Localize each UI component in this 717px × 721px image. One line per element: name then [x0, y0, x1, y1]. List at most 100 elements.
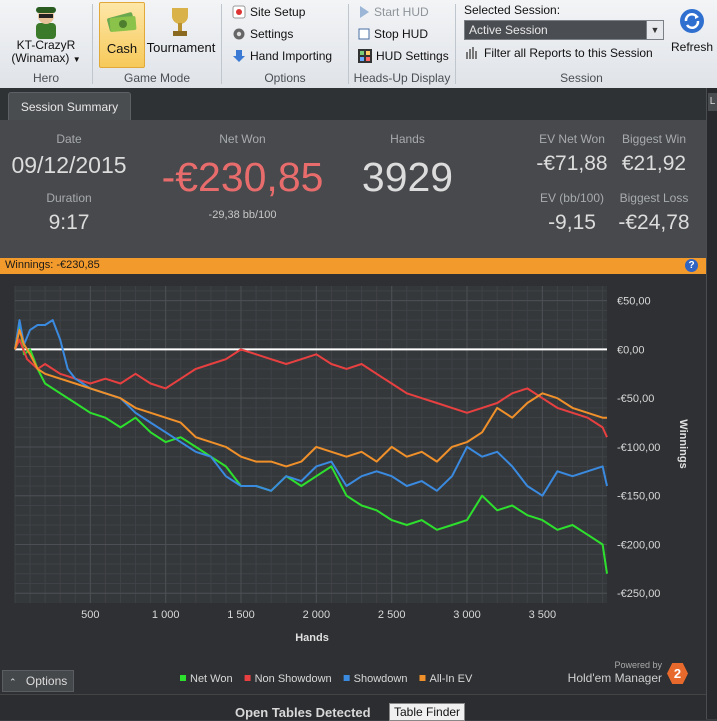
legend-swatch: [419, 675, 426, 681]
hero-group: KT-CrazyR (Winamax) ▼ Hero: [0, 0, 92, 88]
refresh-label: Refresh: [670, 40, 714, 54]
net-won-bb: -29,38 bb/100: [208, 209, 277, 221]
session-summary-panel: Date 09/12/2015 Duration 9:17 Net Won -€…: [0, 120, 706, 258]
play-icon: [360, 6, 369, 18]
legend-label[interactable]: All-In EV: [429, 673, 472, 685]
filter-bars-icon: [466, 47, 477, 59]
hud-group-label: Heads-Up Display: [353, 71, 451, 85]
trophy-icon: [172, 8, 188, 36]
hud-settings-label: HUD Settings: [376, 49, 449, 63]
options-label: Options: [25, 674, 68, 688]
date-value: 09/12/2015: [11, 152, 127, 178]
session-select[interactable]: Active Session ▼: [464, 20, 664, 40]
winnings-banner-text: Winnings: -€230,85: [5, 259, 100, 271]
session-select-value: Active Session: [469, 23, 548, 37]
start-hud-button[interactable]: Start HUD: [358, 5, 429, 19]
x-tick-label: 3 500: [529, 609, 557, 621]
hand-importing-button[interactable]: Hand Importing: [232, 49, 332, 63]
refresh-button[interactable]: Refresh: [668, 2, 716, 62]
duration-label: Duration: [46, 191, 92, 205]
y-tick-label: -€100,00: [617, 442, 660, 454]
winnings-chart-area: €50,00 €0,00 -€50,00 -€100,00 -€150,00 -€200,…: [0, 274, 706, 694]
right-tab[interactable]: L: [708, 93, 717, 111]
options-toggle[interactable]: ⌃ Options: [2, 670, 74, 692]
brand-name: Hold'em Manager: [567, 671, 662, 685]
site-setup-icon: [232, 5, 246, 19]
tournament-button[interactable]: Tournament: [145, 2, 217, 66]
hero-site[interactable]: (Winamax) ▼: [0, 51, 92, 65]
y-axis-label: Winnings: [677, 419, 689, 468]
ev-bb-label: EV (bb/100): [539, 191, 605, 205]
y-tick-label: -€150,00: [617, 491, 660, 503]
cash-label: Cash: [106, 41, 138, 56]
legend-label[interactable]: Non Showdown: [255, 673, 332, 685]
x-axis-label: Hands: [295, 632, 329, 644]
help-icon[interactable]: ?: [685, 259, 698, 272]
x-tick-label: 1 000: [152, 609, 180, 621]
date-label: Date: [56, 132, 82, 146]
x-tick-label: 2 000: [303, 609, 331, 621]
open-tables-bar: Open Tables Detected Table Finder: [0, 694, 706, 721]
hero-group-label: Hero: [32, 71, 59, 85]
duration-value: 9:17: [48, 211, 90, 234]
y-tick-label: -€50,00: [617, 393, 654, 405]
import-arrow-icon: [233, 50, 245, 62]
powered-by-label: Powered by: [614, 660, 662, 670]
site-setup-button[interactable]: Site Setup: [232, 5, 305, 19]
hero-site-text: (Winamax): [11, 51, 70, 65]
cash-button[interactable]: Cash: [99, 2, 145, 68]
table-finder-button[interactable]: Table Finder: [389, 703, 466, 721]
y-tick-label: €50,00: [617, 296, 651, 308]
hud-group: Start HUD Stop HUD HUD Settings Heads-Up…: [349, 0, 455, 88]
biggest-loss-value: -€24,78: [618, 211, 690, 234]
start-hud-label: Start HUD: [374, 5, 429, 19]
settings-label: Settings: [250, 27, 294, 41]
y-tick-label: -€200,00: [617, 539, 660, 551]
net-won-value: -€230,85: [161, 154, 324, 200]
x-tick-label: 2 500: [378, 609, 406, 621]
legend-label[interactable]: Showdown: [354, 673, 408, 685]
biggest-win-label: Biggest Win: [621, 132, 687, 146]
site-setup-label: Site Setup: [250, 5, 306, 19]
plot-background: [15, 286, 607, 603]
biggest-win-value: €21,92: [621, 152, 687, 175]
net-won-label: Net Won: [219, 132, 266, 146]
selected-session-label: Selected Session:: [464, 3, 561, 17]
options-group: Site Setup Settings Hand Importing Optio…: [222, 0, 348, 88]
stop-icon: [358, 28, 370, 40]
hud-settings-button[interactable]: HUD Settings: [358, 49, 449, 63]
options-group-label: Options: [264, 71, 306, 85]
refresh-icon: [680, 9, 704, 33]
settings-button[interactable]: Settings: [232, 27, 293, 41]
x-tick-label: 3 000: [453, 609, 481, 621]
legend-label[interactable]: Net Won: [190, 673, 233, 685]
game-mode-group: Cash Tournament Game Mode: [93, 0, 221, 88]
open-tables-label: Open Tables Detected: [235, 705, 371, 720]
cash-icon: [107, 12, 137, 32]
chevron-up-icon: ⌃: [9, 677, 17, 687]
filter-reports-label: Filter all Reports to this Session: [484, 46, 653, 60]
ev-net-won-label: EV Net Won: [539, 132, 605, 146]
ev-bb-value: -9,15: [548, 211, 596, 234]
tournament-label: Tournament: [146, 40, 216, 55]
right-side-panel: L: [706, 88, 717, 719]
winnings-chart: €50,00 €0,00 -€50,00 -€100,00 -€150,00 -€200,…: [14, 286, 689, 685]
chevron-down-icon[interactable]: ▼: [646, 21, 663, 39]
tab-session-summary[interactable]: Session Summary: [8, 92, 131, 121]
hm2-logo-icon: 2: [667, 663, 688, 684]
stop-hud-label: Stop HUD: [374, 27, 429, 41]
ev-net-won-value: -€71,88: [536, 152, 608, 175]
tab-strip: Session Summary: [0, 88, 717, 121]
stop-hud-button[interactable]: Stop HUD: [358, 27, 428, 41]
filter-reports-button[interactable]: Filter all Reports to this Session: [466, 46, 653, 60]
ribbon: KT-CrazyR (Winamax) ▼ Hero Cash Tourname…: [0, 0, 717, 89]
x-tick-label: 1 500: [227, 609, 255, 621]
powered-by-brand: Powered by Hold'em Manager 2: [558, 660, 688, 688]
hero-avatar-icon[interactable]: [30, 3, 62, 39]
biggest-loss-label: Biggest Loss: [619, 191, 689, 205]
hands-value: 3929: [361, 154, 454, 200]
hero-name[interactable]: KT-CrazyR: [0, 38, 92, 52]
hero-dropdown-icon[interactable]: ▼: [73, 55, 81, 64]
hud-grid-icon: [358, 49, 372, 63]
session-group-label: Session: [560, 71, 603, 85]
